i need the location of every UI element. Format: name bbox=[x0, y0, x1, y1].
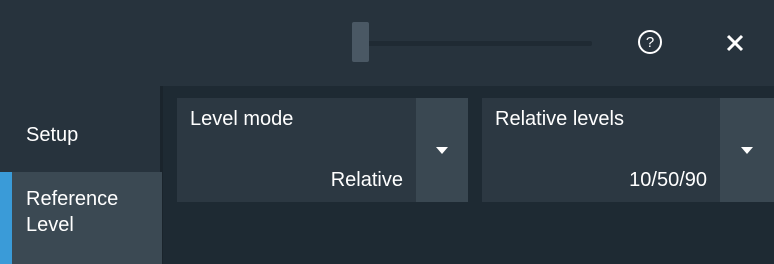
sidebar-item-setup[interactable]: Setup bbox=[0, 122, 162, 148]
chevron-down-icon bbox=[741, 147, 753, 154]
chevron-down-icon bbox=[436, 147, 448, 154]
relative-levels-value: 10/50/90 bbox=[629, 169, 707, 191]
active-indicator bbox=[0, 172, 12, 264]
level-mode-value: Relative bbox=[330, 169, 403, 191]
help-icon[interactable]: ? bbox=[637, 29, 663, 55]
relative-levels-field[interactable]: Relative levels 10/50/90 bbox=[482, 98, 720, 202]
slider-track[interactable] bbox=[352, 41, 592, 46]
level-mode-dropdown-button[interactable] bbox=[416, 98, 468, 202]
slider-thumb[interactable] bbox=[352, 22, 369, 62]
relative-levels-label: Relative levels bbox=[495, 108, 624, 130]
level-mode-field[interactable]: Level mode Relative bbox=[177, 98, 416, 202]
close-icon[interactable] bbox=[722, 30, 748, 56]
relative-levels-dropdown-button[interactable] bbox=[720, 98, 774, 202]
svg-text:?: ? bbox=[646, 34, 654, 51]
sidebar-item-label: Reference Level bbox=[26, 188, 119, 236]
level-mode-label: Level mode bbox=[190, 108, 294, 130]
sidebar-item-reference-level[interactable]: Reference Level bbox=[0, 172, 162, 264]
sidebar-item-label: Setup bbox=[26, 124, 79, 146]
